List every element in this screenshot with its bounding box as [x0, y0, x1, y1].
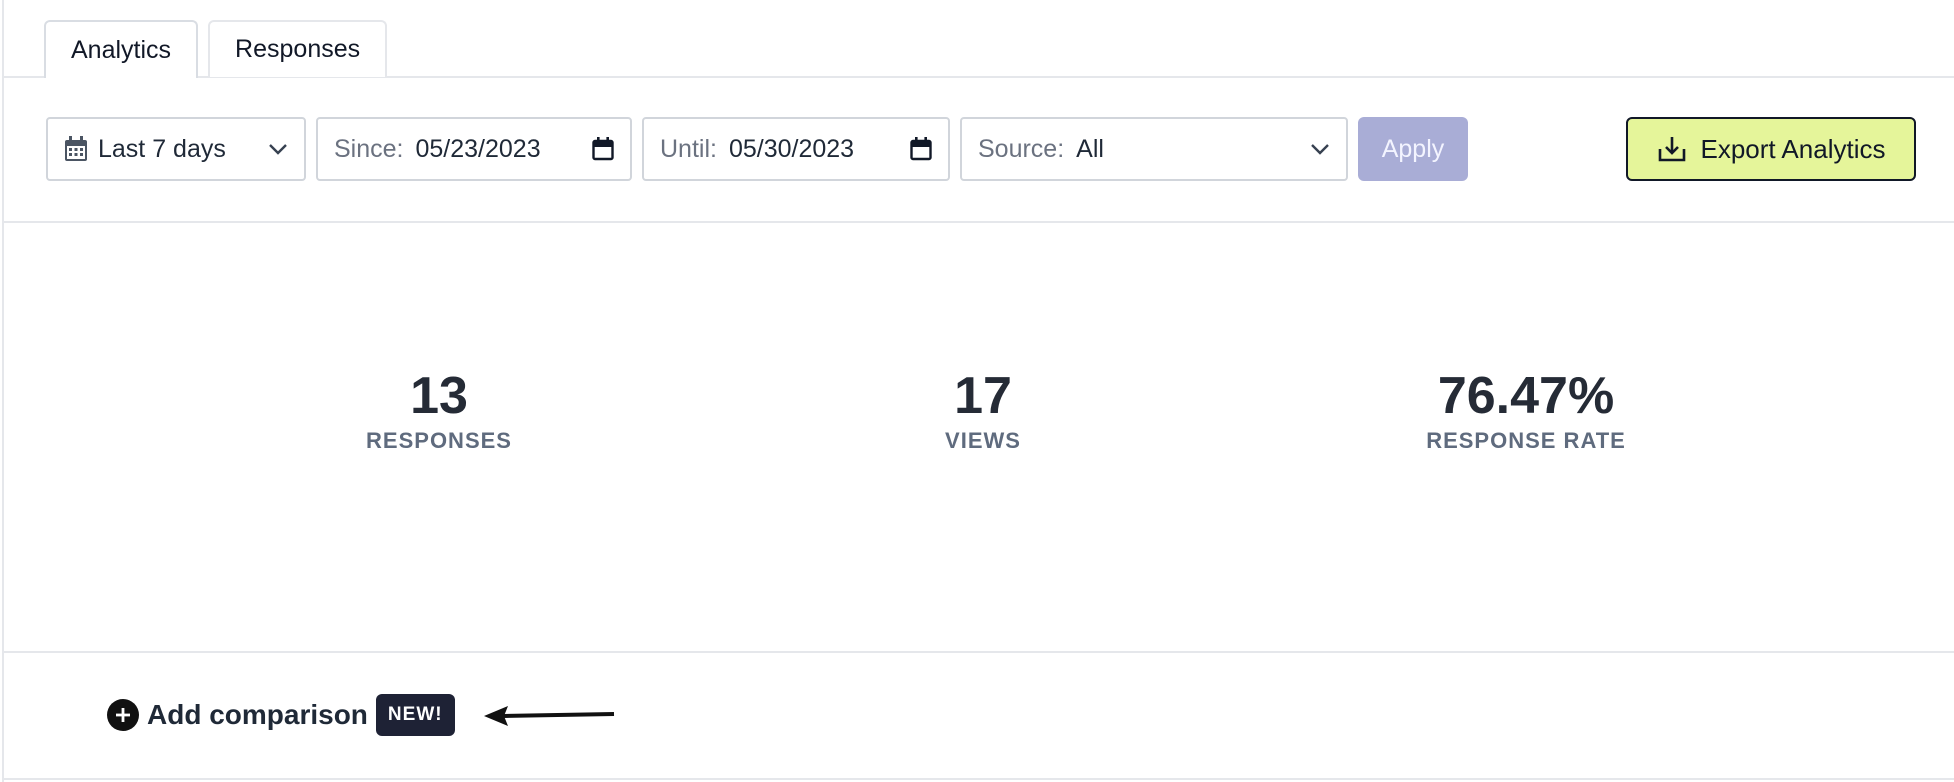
tab-analytics[interactable]: Analytics: [44, 20, 199, 78]
source-label: Source:: [978, 134, 1065, 163]
apply-button[interactable]: Apply: [1358, 117, 1468, 181]
section-divider: [4, 221, 1954, 223]
download-icon: [1658, 137, 1685, 162]
add-comparison-label: Add comparison: [147, 699, 368, 730]
stat-label: RESPONSES: [366, 428, 512, 453]
arrow-left-icon: [484, 706, 615, 726]
source-select[interactable]: Source: All: [960, 117, 1348, 181]
export-label: Export Analytics: [1700, 133, 1886, 164]
date-preset-value: Last 7 days: [98, 134, 226, 163]
section-divider: [4, 778, 1954, 780]
until-date-field[interactable]: Until: 05/30/2023: [642, 117, 950, 181]
calendar-icon: [65, 136, 87, 161]
since-date-field[interactable]: Since: 05/23/2023: [316, 117, 632, 181]
analytics-panel: Analytics Responses Last 7 days Since: 0…: [2, 0, 1954, 782]
date-picker-icon[interactable]: [910, 137, 932, 161]
stat-value: 13: [410, 367, 468, 425]
since-value: 05/23/2023: [415, 134, 541, 163]
tab-bar: Analytics Responses: [44, 20, 388, 78]
stat-label: VIEWS: [945, 428, 1021, 453]
stat-responses: 13 RESPONSES: [239, 364, 639, 454]
add-comparison-button[interactable]: Add comparison NEW!: [107, 694, 455, 736]
plus-circle-icon: [107, 699, 139, 731]
new-badge: NEW!: [375, 694, 455, 736]
stat-label: RESPONSE RATE: [1426, 428, 1626, 453]
date-picker-icon[interactable]: [592, 137, 614, 161]
chevron-down-icon: [1311, 144, 1329, 155]
export-analytics-button[interactable]: Export Analytics: [1626, 117, 1916, 181]
filter-toolbar: Last 7 days Since: 05/23/2023 Until: 05/…: [46, 117, 1916, 181]
tab-responses[interactable]: Responses: [208, 20, 388, 77]
section-divider: [4, 651, 1954, 653]
stat-value: 17: [954, 367, 1012, 425]
date-preset-select[interactable]: Last 7 days: [46, 117, 306, 181]
stat-response-rate: 76.47% RESPONSE RATE: [1326, 364, 1726, 454]
stat-value: 76.47%: [1437, 367, 1615, 425]
until-value: 05/30/2023: [728, 134, 855, 163]
source-value: All: [1076, 134, 1104, 163]
stat-views: 17 VIEWS: [783, 364, 1183, 454]
since-label: Since:: [334, 134, 404, 163]
chevron-down-icon: [269, 144, 287, 155]
until-label: Until:: [660, 134, 717, 163]
